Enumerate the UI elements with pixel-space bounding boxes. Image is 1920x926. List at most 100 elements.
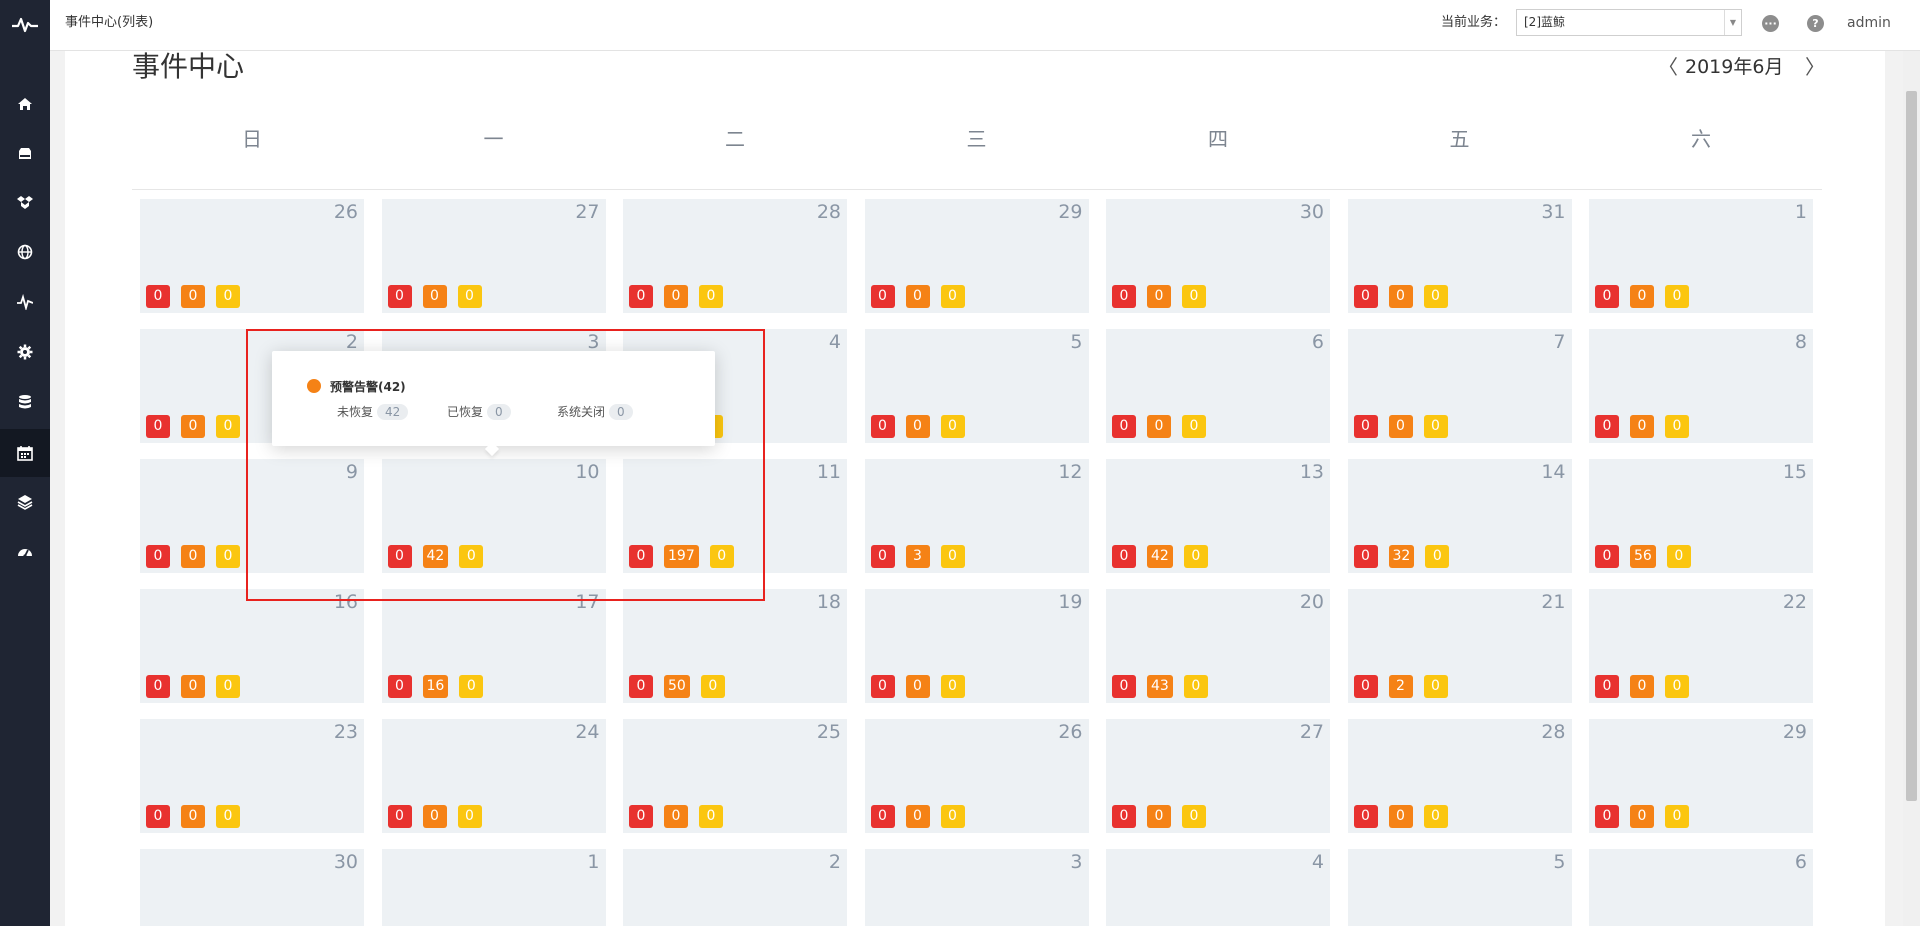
remind-badge[interactable]: 0 <box>457 805 482 828</box>
calendar-day-cell[interactable]: 31 0 0 0 <box>1347 199 1572 313</box>
fatal-badge[interactable]: 0 <box>1595 415 1619 438</box>
remind-badge[interactable]: 0 <box>1182 805 1206 828</box>
fatal-badge[interactable]: 0 <box>146 545 170 568</box>
nav-host[interactable] <box>0 130 50 178</box>
remind-badge[interactable]: 0 <box>1423 675 1448 698</box>
calendar-day-cell[interactable]: 18 0 50 0 <box>623 589 847 703</box>
fatal-badge[interactable]: 0 <box>1353 675 1378 698</box>
warning-badge[interactable]: 0 <box>1388 285 1413 308</box>
fatal-badge[interactable]: 0 <box>1595 285 1619 308</box>
remind-badge[interactable]: 0 <box>1665 285 1689 308</box>
warning-badge[interactable]: 0 <box>181 545 205 568</box>
calendar-day-cell[interactable]: 21 0 2 0 <box>1347 589 1572 703</box>
warning-badge[interactable]: 0 <box>1630 805 1654 828</box>
calendar-day-cell[interactable]: 25 0 0 0 <box>623 719 847 833</box>
remind-badge[interactable]: 0 <box>1182 285 1206 308</box>
fatal-badge[interactable]: 0 <box>1595 545 1619 568</box>
calendar-day-cell[interactable]: 27 0 0 0 <box>381 199 606 313</box>
calendar-day-cell[interactable]: 29 0 0 0 <box>1589 719 1813 833</box>
warning-badge[interactable]: 0 <box>905 675 930 698</box>
fatal-badge[interactable]: 0 <box>1112 415 1136 438</box>
fatal-badge[interactable]: 0 <box>146 415 170 438</box>
calendar-day-cell[interactable]: 28 0 0 0 <box>1347 719 1572 833</box>
calendar-day-cell[interactable]: 27 0 0 0 <box>1106 719 1330 833</box>
calendar-day-cell[interactable]: 30 <box>140 849 364 926</box>
fatal-badge[interactable]: 0 <box>146 805 170 828</box>
warning-badge[interactable]: 0 <box>905 415 930 438</box>
calendar-day-cell[interactable]: 22 0 0 0 <box>1589 589 1813 703</box>
warning-badge[interactable]: 0 <box>181 805 205 828</box>
fatal-badge[interactable]: 0 <box>629 285 653 308</box>
remind-badge[interactable]: 0 <box>1666 545 1691 568</box>
fatal-badge[interactable]: 0 <box>1595 805 1619 828</box>
calendar-day-cell[interactable]: 15 0 56 0 <box>1589 459 1813 573</box>
warning-badge[interactable]: 43 <box>1147 675 1173 698</box>
nav-home[interactable] <box>0 80 50 128</box>
calendar-day-cell[interactable]: 29 0 0 0 <box>864 199 1089 313</box>
chevron-left-icon[interactable]: 〈 <box>1658 51 1678 80</box>
remind-badge[interactable]: 0 <box>940 285 965 308</box>
warning-badge[interactable]: 0 <box>1147 285 1171 308</box>
warning-badge[interactable]: 0 <box>422 805 447 828</box>
remind-badge[interactable]: 0 <box>1665 805 1689 828</box>
remind-badge[interactable]: 0 <box>1665 415 1689 438</box>
remind-badge[interactable]: 0 <box>699 805 723 828</box>
fatal-badge[interactable]: 0 <box>1353 285 1378 308</box>
fatal-badge[interactable]: 0 <box>146 675 170 698</box>
warning-badge[interactable]: 0 <box>664 285 688 308</box>
fatal-badge[interactable]: 0 <box>1112 545 1136 568</box>
warning-badge[interactable]: 0 <box>664 805 688 828</box>
fatal-badge[interactable]: 0 <box>387 675 412 698</box>
user-name[interactable]: admin <box>1847 0 1891 46</box>
calendar-day-cell[interactable]: 5 <box>1347 849 1572 926</box>
remind-badge[interactable]: 0 <box>940 675 965 698</box>
scrollbar-thumb[interactable] <box>1906 91 1917 801</box>
warning-badge[interactable]: 0 <box>1147 805 1171 828</box>
logo-pulse-icon[interactable] <box>0 0 50 50</box>
help-icon[interactable]: ? <box>1807 15 1824 32</box>
calendar-day-cell[interactable]: 28 0 0 0 <box>623 199 847 313</box>
fatal-badge[interactable]: 0 <box>870 805 895 828</box>
warning-badge[interactable]: 56 <box>1630 545 1656 568</box>
remind-badge[interactable]: 0 <box>1423 285 1448 308</box>
warning-badge[interactable]: 0 <box>1630 285 1654 308</box>
fatal-badge[interactable]: 0 <box>387 805 412 828</box>
nav-calendar[interactable] <box>0 429 50 477</box>
warning-badge[interactable]: 0 <box>1630 415 1654 438</box>
fatal-badge[interactable]: 0 <box>1353 415 1378 438</box>
fatal-badge[interactable]: 0 <box>870 285 895 308</box>
fatal-badge[interactable]: 0 <box>1112 285 1136 308</box>
fatal-badge[interactable]: 0 <box>870 415 895 438</box>
remind-badge[interactable]: 0 <box>1423 415 1448 438</box>
remind-badge[interactable]: 0 <box>940 415 965 438</box>
warning-badge[interactable]: 0 <box>905 805 930 828</box>
calendar-day-cell[interactable]: 17 0 16 0 <box>381 589 606 703</box>
calendar-day-cell[interactable]: 20 0 43 0 <box>1106 589 1330 703</box>
fatal-badge[interactable]: 0 <box>387 285 412 308</box>
remind-badge[interactable]: 0 <box>699 285 723 308</box>
nav-database[interactable] <box>0 378 50 426</box>
fatal-badge[interactable]: 0 <box>629 805 653 828</box>
remind-badge[interactable]: 0 <box>1665 675 1689 698</box>
calendar-day-cell[interactable]: 6 <box>1589 849 1813 926</box>
calendar-day-cell[interactable]: 6000 <box>1106 329 1330 443</box>
calendar-day-cell[interactable]: 13 0 42 0 <box>1106 459 1330 573</box>
calendar-day-cell[interactable]: 26 0 0 0 <box>140 199 364 313</box>
warning-badge[interactable]: 42 <box>1147 545 1173 568</box>
calendar-day-cell[interactable]: 24 0 0 0 <box>381 719 606 833</box>
calendar-day-cell[interactable]: 5000 <box>864 329 1089 443</box>
calendar-day-cell[interactable]: 19 0 0 0 <box>864 589 1089 703</box>
remind-badge[interactable]: 0 <box>700 675 725 698</box>
remind-badge[interactable]: 0 <box>457 285 482 308</box>
calendar-day-cell[interactable]: 7000 <box>1347 329 1572 443</box>
calendar-day-cell[interactable]: 12 0 3 0 <box>864 459 1089 573</box>
warning-badge[interactable]: 0 <box>905 285 930 308</box>
warning-badge[interactable]: 0 <box>422 285 447 308</box>
warning-badge[interactable]: 0 <box>181 675 205 698</box>
calendar-day-cell[interactable]: 3 <box>864 849 1089 926</box>
nav-pulse[interactable] <box>0 278 50 326</box>
fatal-badge[interactable]: 0 <box>1112 805 1136 828</box>
warning-badge[interactable]: 16 <box>422 675 449 698</box>
nav-dashboard[interactable] <box>0 528 50 576</box>
remind-badge[interactable]: 0 <box>216 545 240 568</box>
